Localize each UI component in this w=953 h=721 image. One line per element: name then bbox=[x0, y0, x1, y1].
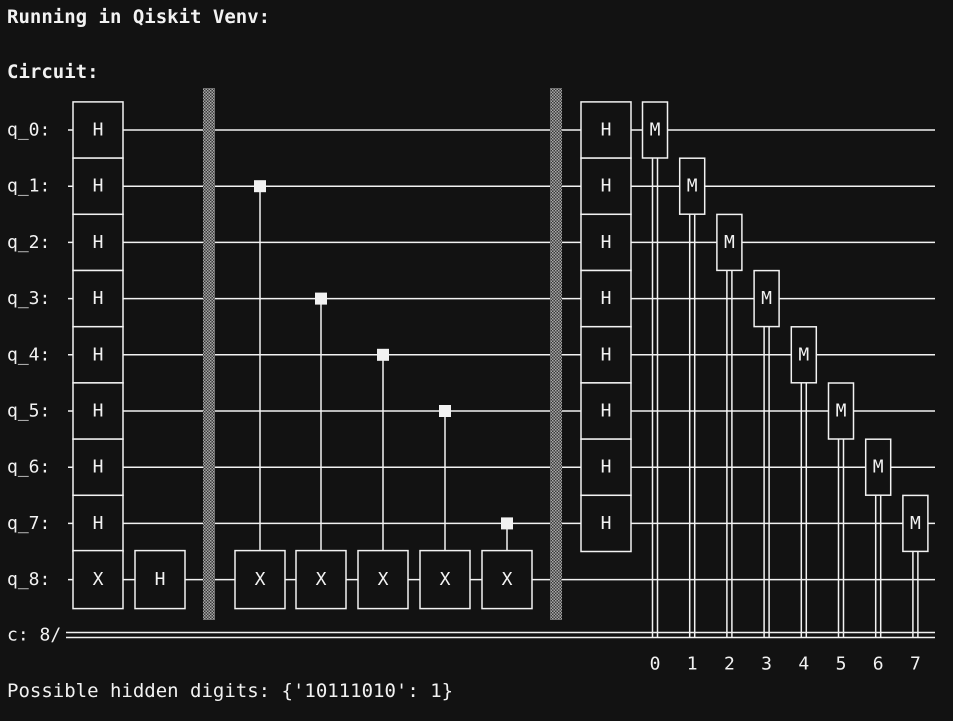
h-gate-final-q2: H bbox=[580, 213, 632, 272]
measure-gate-q0-label: M bbox=[650, 120, 661, 141]
x-gate-ancilla-label: X bbox=[93, 569, 104, 590]
h-gate-initial-q2: H bbox=[72, 213, 124, 272]
h-gate-initial-q4: H bbox=[72, 325, 124, 384]
x-gate-ancilla: X bbox=[72, 549, 124, 610]
h-gate-initial-q1-label: H bbox=[93, 176, 104, 197]
h-gate-final-q5-label: H bbox=[601, 401, 612, 422]
h-gate-initial-q1: H bbox=[72, 157, 124, 216]
measure-gate-q0: M bbox=[641, 101, 669, 159]
classical-bit-index-7: 7 bbox=[910, 654, 921, 675]
measure-gate-q3-label: M bbox=[761, 288, 772, 309]
h-gate-final-q1-label: H bbox=[601, 176, 612, 197]
qubit-label-6: q_6: bbox=[7, 457, 50, 478]
measure-gate-q3: M bbox=[753, 269, 780, 328]
h-gate-initial-q7: H bbox=[72, 494, 124, 553]
h-gate-final-q3-label: H bbox=[601, 288, 612, 309]
cnot-target-1-label: X bbox=[316, 569, 327, 590]
cnot-control-dot-3 bbox=[439, 405, 451, 417]
cnot-target-4-label: X bbox=[502, 569, 513, 590]
h-gate-initial-q6: H bbox=[72, 438, 124, 497]
h-gate-final-q4-label: H bbox=[601, 344, 612, 365]
h-gate-initial-q0: H bbox=[72, 101, 124, 159]
cnot-control-dot-1 bbox=[315, 292, 327, 305]
qubit-label-3: q_3: bbox=[7, 288, 50, 309]
cnot-target-0-label: X bbox=[255, 569, 266, 590]
h-gate-final-q3: H bbox=[580, 269, 632, 328]
cnot-control-dot-4 bbox=[501, 517, 513, 530]
classical-bit-index-4: 4 bbox=[798, 654, 809, 675]
cnot-target-3: X bbox=[419, 549, 471, 610]
h-gate-ancilla: H bbox=[134, 549, 186, 610]
cnot-target-2-label: X bbox=[378, 569, 389, 590]
qubit-label-5: q_5: bbox=[7, 401, 50, 422]
h-gate-initial-q0-label: H bbox=[93, 120, 104, 141]
h-gate-initial-q2-label: H bbox=[93, 232, 104, 253]
measure-gate-q4: M bbox=[790, 326, 818, 384]
classical-bit-index-1: 1 bbox=[687, 654, 698, 675]
barrier-1 bbox=[203, 88, 215, 620]
h-gate-ancilla-label: H bbox=[155, 569, 166, 590]
cnot-target-0: X bbox=[234, 549, 286, 610]
barrier-2 bbox=[550, 88, 562, 620]
qubit-label-2: q_2: bbox=[7, 232, 50, 253]
h-gate-initial-q7-label: H bbox=[93, 513, 104, 534]
h-gate-final-q4: H bbox=[580, 325, 632, 384]
h-gate-final-q7: H bbox=[580, 494, 632, 553]
h-gate-final-q7-label: H bbox=[601, 513, 612, 534]
result-output: Possible hidden digits: {'10111010': 1} bbox=[7, 680, 454, 702]
classical-bit-index-5: 5 bbox=[836, 654, 847, 675]
measure-gate-q5: M bbox=[827, 382, 855, 440]
h-gate-initial-q6-label: H bbox=[93, 457, 104, 478]
cnot-control-dot-0 bbox=[254, 180, 266, 193]
qubit-label-1: q_1: bbox=[7, 176, 50, 197]
h-gate-initial-q3-label: H bbox=[93, 288, 104, 309]
classical-register-label: c: 8/ bbox=[7, 625, 61, 646]
qubit-label-0: q_0: bbox=[7, 120, 50, 141]
measure-gate-q1-label: M bbox=[687, 176, 698, 197]
h-gate-final-q2-label: H bbox=[601, 232, 612, 253]
classical-bit-index-3: 3 bbox=[761, 654, 772, 675]
measure-gate-q7: M bbox=[902, 494, 929, 553]
qubit-label-7: q_7: bbox=[7, 513, 50, 534]
qubit-label-8: q_8: bbox=[7, 569, 50, 590]
h-gate-initial-q4-label: H bbox=[93, 344, 104, 365]
circuit-diagram: H H H H H H H H X H X X X X X H H H H H H H H M M M M M M M M q_0: q_1:… bbox=[7, 88, 935, 675]
classical-bit-index-2: 2 bbox=[724, 654, 735, 675]
h-gate-final-q6-label: H bbox=[601, 457, 612, 478]
classical-bit-index-0: 0 bbox=[650, 654, 661, 675]
cnot-target-2: X bbox=[357, 549, 409, 610]
h-gate-final-q1: H bbox=[580, 157, 632, 216]
h-gate-final-q0: H bbox=[580, 101, 632, 159]
cnot-control-dot-2 bbox=[377, 348, 389, 361]
h-gate-initial-q5-label: H bbox=[93, 401, 104, 422]
measure-gate-q7-label: M bbox=[910, 513, 921, 534]
cnot-target-4: X bbox=[481, 549, 533, 610]
classical-bit-index-6: 6 bbox=[873, 654, 884, 675]
cnot-target-3-label: X bbox=[440, 569, 451, 590]
h-gate-initial-q3: H bbox=[72, 269, 124, 328]
measure-gate-q5-label: M bbox=[836, 401, 847, 422]
measure-gate-q2: M bbox=[716, 213, 743, 272]
h-gate-final-q0-label: H bbox=[601, 120, 612, 141]
measure-gate-q6: M bbox=[864, 438, 892, 496]
measure-gate-q2-label: M bbox=[724, 232, 735, 253]
h-gate-final-q5: H bbox=[580, 382, 632, 440]
h-gate-initial-q5: H bbox=[72, 382, 124, 440]
qubit-label-4: q_4: bbox=[7, 344, 50, 365]
measure-gate-q1: M bbox=[678, 157, 706, 215]
measure-gate-q4-label: M bbox=[798, 344, 809, 365]
h-gate-final-q6: H bbox=[580, 438, 632, 497]
measure-gate-q6-label: M bbox=[873, 457, 884, 478]
cnot-target-1: X bbox=[295, 549, 347, 610]
